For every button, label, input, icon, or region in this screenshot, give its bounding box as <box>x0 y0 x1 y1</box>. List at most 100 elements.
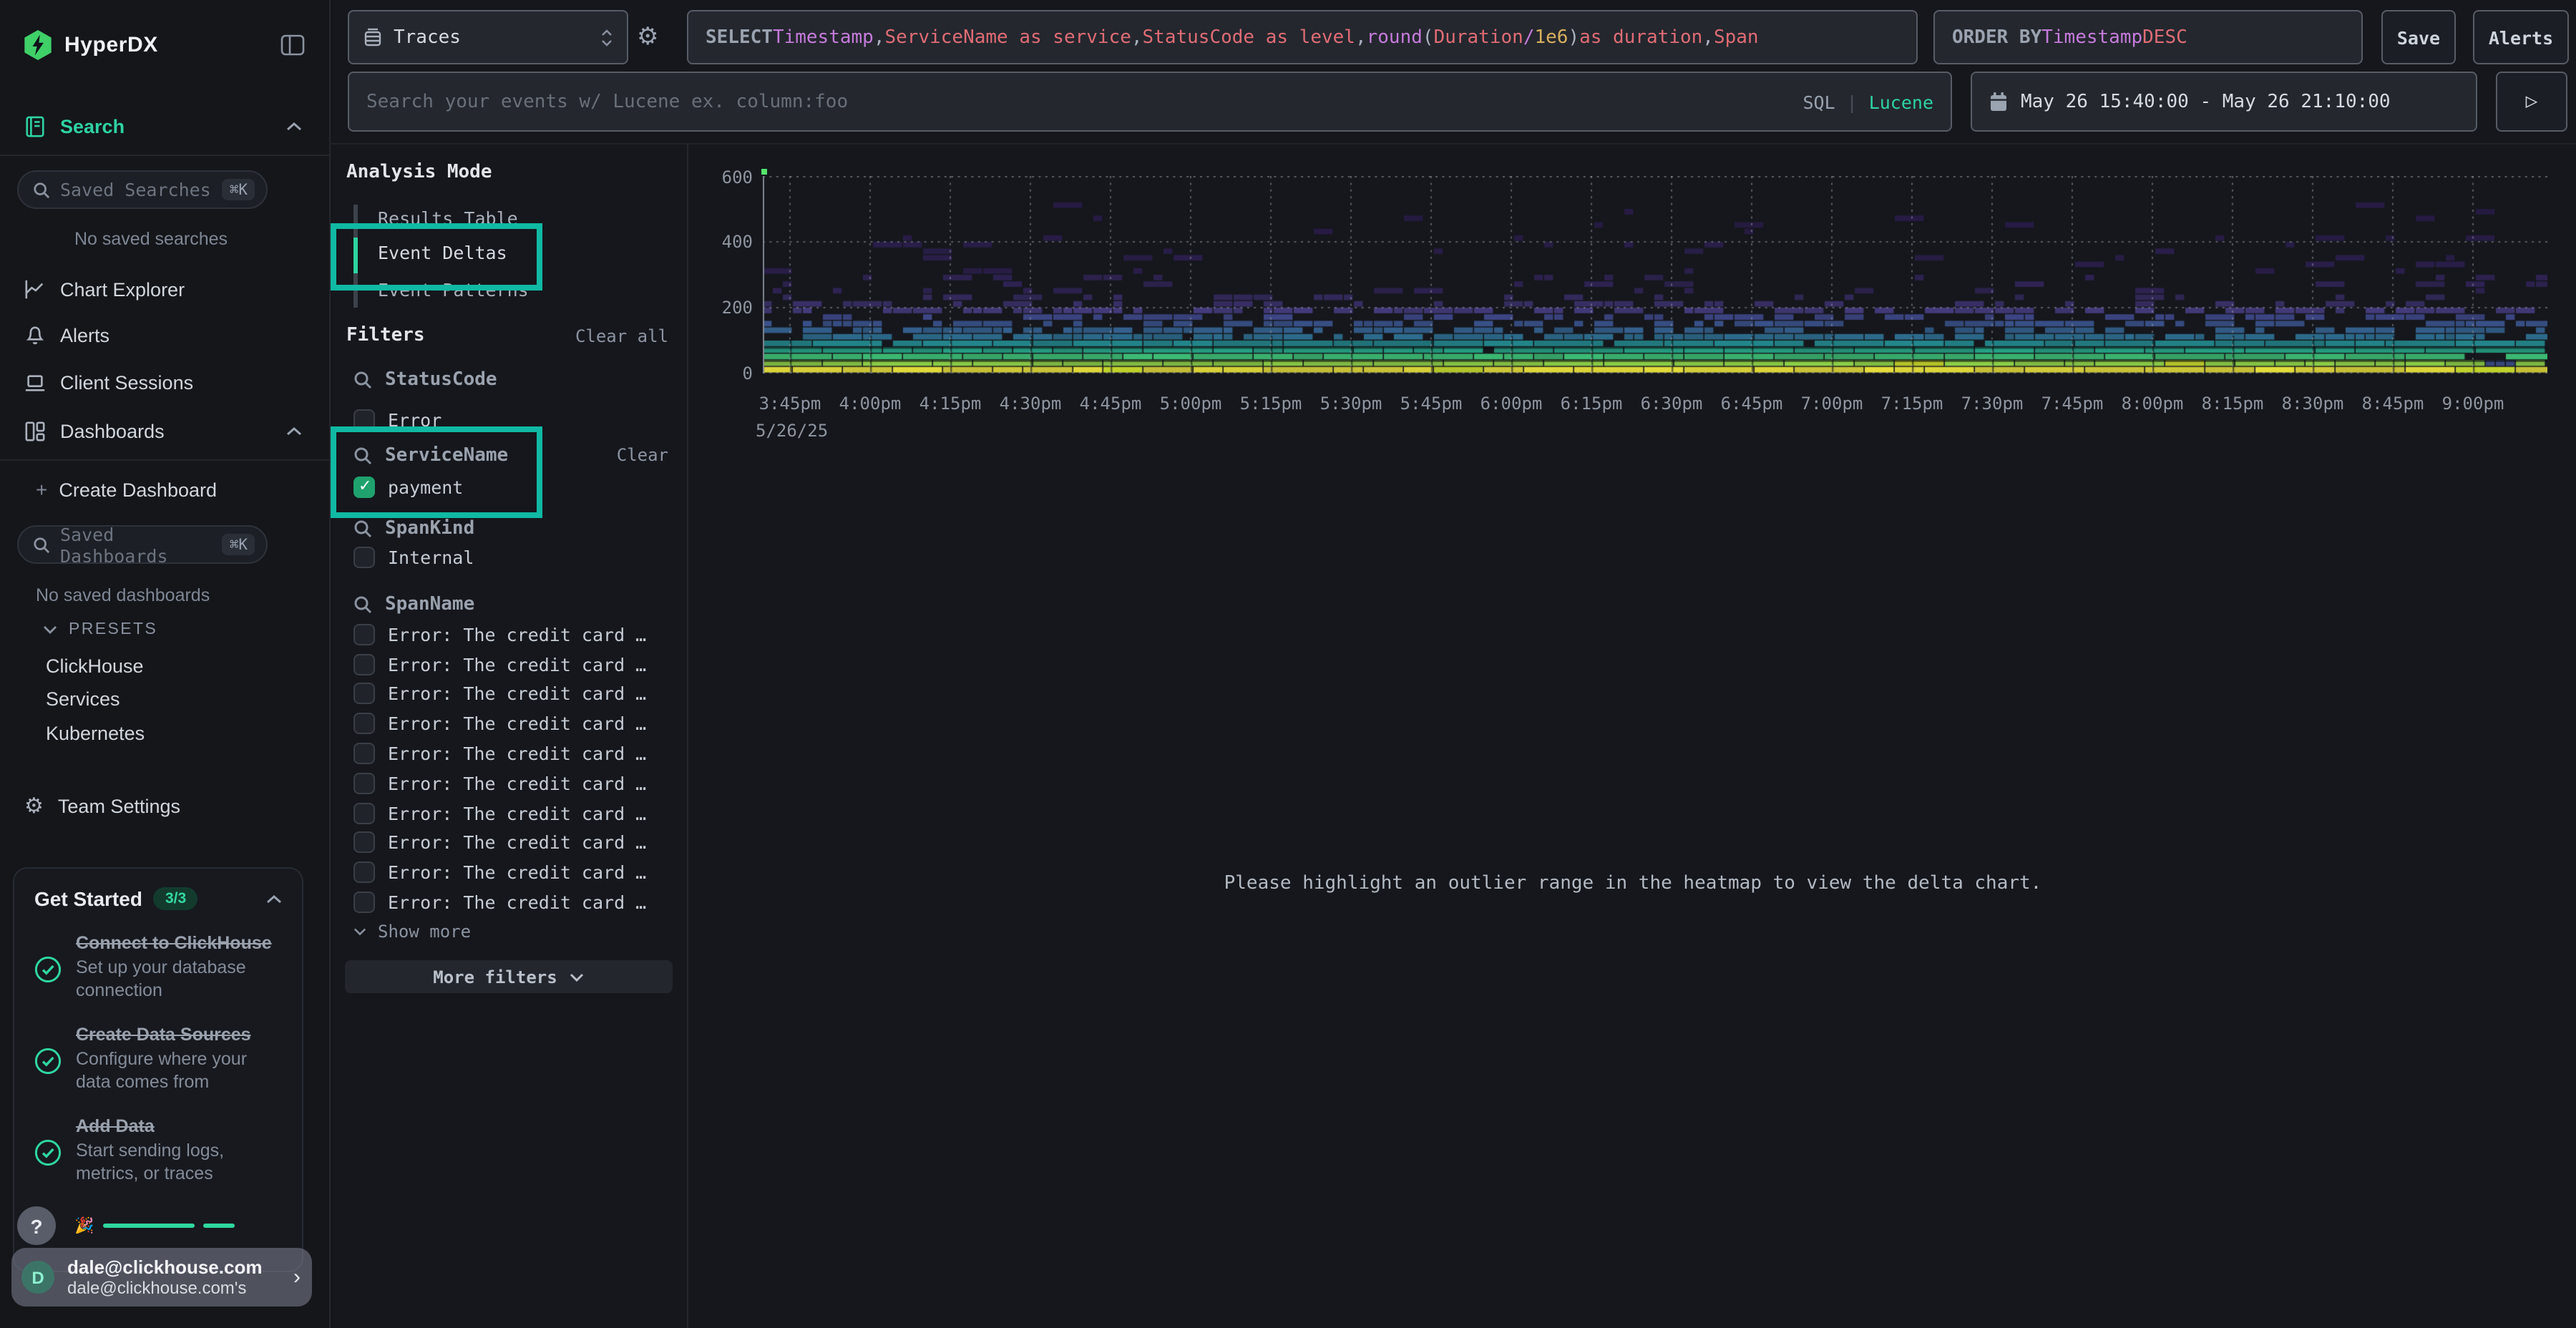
checkbox-unchecked[interactable] <box>353 683 375 705</box>
filter-option[interactable]: Internal <box>353 541 474 572</box>
checkbox-unchecked[interactable] <box>353 802 375 824</box>
sql-token: 1e6 <box>1534 26 1568 48</box>
get-started-item[interactable]: Connect to ClickHouseSet up your databas… <box>34 932 282 1002</box>
filter-option[interactable]: Error: The credit card … <box>353 768 646 799</box>
source-select[interactable]: Traces <box>348 10 628 64</box>
analysis-mode-option-results-table[interactable]: Results Table <box>372 200 615 235</box>
filter-option[interactable]: Error: The credit card … <box>353 887 646 917</box>
sql-token: , <box>874 26 885 48</box>
checkbox-unchecked[interactable] <box>353 773 375 794</box>
filter-group-name: StatusCode <box>385 369 497 391</box>
filter-option[interactable]: Error: The credit card … <box>353 650 646 680</box>
clear-all-link[interactable]: Clear all <box>575 326 668 346</box>
checkbox-unchecked[interactable] <box>353 892 375 913</box>
sidebar-item-search[interactable]: Search <box>0 107 329 145</box>
checkbox-unchecked[interactable] <box>353 862 375 884</box>
preset-clickhouse[interactable]: ClickHouse <box>46 655 144 677</box>
checkbox-unchecked[interactable] <box>353 743 375 764</box>
get-started-item[interactable]: Create Data SourcesConfigure where your … <box>34 1023 282 1093</box>
sidebar-item-alerts[interactable]: Alerts <box>0 316 329 353</box>
preset-services[interactable]: Services <box>46 688 120 710</box>
x-tick-label: 7:15pm <box>1881 394 1943 414</box>
check-circle-icon <box>34 1119 62 1185</box>
user-menu[interactable]: D dale@clickhouse.com dale@clickhouse.co… <box>11 1248 312 1307</box>
saved-dashboards-input[interactable]: Saved Dashboards ⌘K <box>17 525 268 564</box>
filter-group-heading-statuscode[interactable]: StatusCode <box>353 369 497 391</box>
get-started-hidden-item: 🎉 <box>74 1216 234 1234</box>
chart-area: 0200400600 3:45pm4:00pm4:15pm4:30pm4:45p… <box>690 143 2576 1328</box>
get-started-header[interactable]: Get Started 3/3 <box>34 887 282 910</box>
checkbox-unchecked[interactable] <box>353 713 375 735</box>
plus-icon: + <box>36 478 47 501</box>
checkbox-unchecked[interactable] <box>353 409 375 430</box>
sql-mode-button[interactable]: SQL <box>1802 91 1835 112</box>
save-button[interactable]: Save <box>2381 10 2456 64</box>
analysis-mode-rail-active <box>353 238 357 273</box>
get-started-item[interactable]: Add DataStart sending logs, metrics, or … <box>34 1115 282 1185</box>
preset-kubernetes[interactable]: Kubernetes <box>46 723 145 744</box>
x-tick-label: 7:00pm <box>1801 394 1863 414</box>
brand[interactable]: HyperDX <box>24 30 158 60</box>
sql-select-input[interactable]: SELECT Timestamp, ServiceName as service… <box>687 10 1918 64</box>
search-icon <box>353 446 372 465</box>
more-filters-button[interactable]: More filters <box>345 960 673 993</box>
presets-toggle[interactable]: PRESETS <box>43 621 157 638</box>
clear-link[interactable]: Clear <box>617 445 668 465</box>
filter-option[interactable]: payment <box>353 471 463 502</box>
bell-icon <box>24 324 46 346</box>
order-by-input[interactable]: ORDER BY Timestamp DESC <box>1933 10 2363 64</box>
create-dashboard-button[interactable]: + Create Dashboard <box>0 471 329 508</box>
date-range-value: May 26 15:40:00 - May 26 21:10:00 <box>2021 91 2391 112</box>
alerts-button[interactable]: Alerts <box>2473 10 2569 64</box>
hyperdx-logo-icon <box>24 30 52 60</box>
sidebar-item-label: Client Sessions <box>60 371 193 393</box>
analysis-mode-option-event-deltas[interactable]: Event Deltas <box>372 235 615 269</box>
chevron-up-icon[interactable] <box>286 426 302 436</box>
sql-token: as duration <box>1579 26 1702 48</box>
help-button[interactable]: ? <box>17 1206 56 1245</box>
filter-options: Internal <box>353 541 474 572</box>
x-tick-label: 8:00pm <box>2122 394 2184 414</box>
filter-option-label: Error: The credit card … <box>388 653 646 675</box>
sidebar-item-chart-explorer[interactable]: Chart Explorer <box>0 270 329 308</box>
saved-searches-input[interactable]: Saved Searches ⌘K <box>17 170 268 209</box>
x-tick-label: 7:45pm <box>2041 394 2104 414</box>
filter-option[interactable]: Error: The credit card … <box>353 738 646 768</box>
filter-option[interactable]: Error: The credit card … <box>353 709 646 739</box>
query-language-toggle: SQL | Lucene <box>1802 91 1933 112</box>
analysis-mode-option-event-patterns[interactable]: Event Patterns <box>372 272 615 306</box>
filter-group-name: SpanName <box>385 594 474 615</box>
chevron-down-icon <box>570 972 585 981</box>
sql-token: ( <box>1423 26 1434 48</box>
chevron-up-icon[interactable] <box>286 121 302 131</box>
x-tick-label: 5:00pm <box>1160 394 1222 414</box>
checkbox-unchecked[interactable] <box>353 832 375 854</box>
sidebar-item-dashboards[interactable]: Dashboards <box>0 412 329 449</box>
checkbox-checked[interactable] <box>353 476 375 497</box>
checkbox-unchecked[interactable] <box>353 653 375 675</box>
date-range-picker[interactable]: May 26 15:40:00 - May 26 21:10:00 <box>1971 72 2477 132</box>
chevron-up-icon[interactable] <box>266 894 282 904</box>
gear-icon[interactable]: ⚙ <box>637 24 659 49</box>
run-query-button[interactable]: ▷ <box>2496 72 2567 132</box>
no-saved-dashboards-text: No saved dashboards <box>36 585 210 605</box>
filter-option[interactable]: Error: The credit card … <box>353 620 646 650</box>
checkbox-unchecked[interactable] <box>353 546 375 567</box>
duration-heatmap[interactable] <box>763 176 2547 374</box>
show-more-link[interactable]: Show more <box>353 922 471 942</box>
filter-option[interactable]: Error: The credit card … <box>353 799 646 829</box>
filter-option[interactable]: Error: The credit card … <box>353 858 646 888</box>
filter-option[interactable]: Error: The credit card … <box>353 679 646 709</box>
checkbox-unchecked[interactable] <box>353 624 375 645</box>
filter-group-heading-spankind[interactable]: SpanKind <box>353 518 474 540</box>
filter-option[interactable]: Error <box>353 404 441 435</box>
sidebar-item-client-sessions[interactable]: Client Sessions <box>0 363 329 401</box>
search-input[interactable]: Search your events w/ Lucene ex. column:… <box>348 72 1952 132</box>
sidebar-item-team-settings[interactable]: ⚙ Team Settings <box>0 787 329 824</box>
lucene-mode-button[interactable]: Lucene <box>1869 91 1933 112</box>
filter-group-heading-spanname[interactable]: SpanName <box>353 594 474 615</box>
filter-option[interactable]: Error: The credit card … <box>353 828 646 858</box>
filter-group-heading-servicename[interactable]: ServiceName <box>353 445 508 467</box>
get-started-item-title: Add Data <box>76 1115 282 1138</box>
sidebar-collapse-icon[interactable] <box>280 34 305 56</box>
